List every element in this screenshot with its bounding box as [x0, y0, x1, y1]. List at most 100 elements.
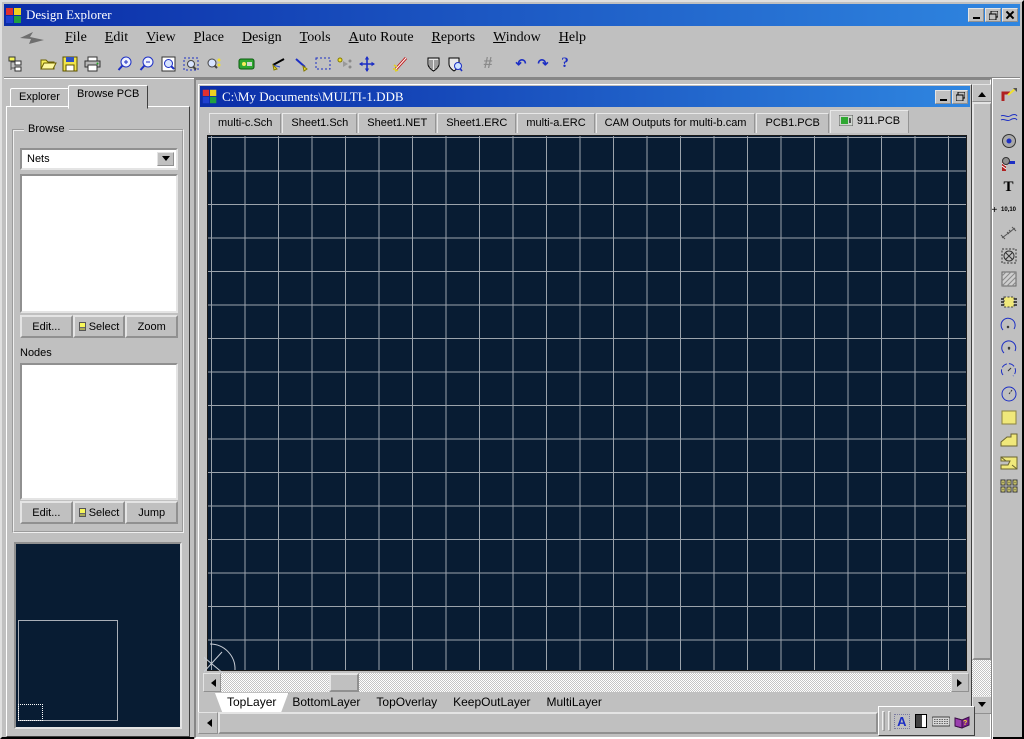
zoom-out-icon[interactable] [136, 53, 158, 75]
scroll-up-button[interactable] [972, 84, 992, 102]
tab-cam-outputs[interactable]: CAM Outputs for multi-b.cam [596, 113, 756, 133]
design-rule-check-icon[interactable] [422, 53, 444, 75]
nodes-listbox[interactable] [20, 363, 178, 500]
place-arc-center-icon[interactable] [999, 339, 1019, 357]
browse-library-icon[interactable] [235, 53, 257, 75]
tab-browse-pcb[interactable]: Browse PCB [68, 85, 148, 109]
place-pad-icon[interactable] [999, 155, 1019, 173]
keyboard-icon[interactable] [932, 712, 950, 730]
minimap-viewport[interactable] [18, 704, 43, 721]
scroll-down-button[interactable] [972, 696, 992, 714]
redo-icon[interactable]: ↷ [532, 53, 554, 75]
menu-view[interactable]: View [137, 28, 185, 48]
maximize-button[interactable] [985, 8, 1001, 22]
menu-design[interactable]: Design [233, 28, 291, 48]
wizard-icon[interactable] [389, 53, 411, 75]
save-icon[interactable] [59, 53, 81, 75]
zoom-document-icon[interactable] [158, 53, 180, 75]
fill-style-icon[interactable] [913, 712, 929, 730]
menu-edit[interactable]: Edit [96, 28, 137, 48]
text-style-icon[interactable]: A [894, 712, 910, 730]
document-icon [203, 90, 217, 104]
place-full-circle-icon[interactable] [999, 385, 1019, 403]
menu-help[interactable]: Help [550, 28, 595, 48]
tab-multi-a-erc[interactable]: multi-a.ERC [517, 113, 594, 133]
place-coordinate-icon[interactable]: + 10,10 [999, 201, 1019, 219]
nodes-label: Nodes [20, 347, 52, 359]
doc-minimize-button[interactable] [935, 90, 951, 104]
zoom-net-button[interactable]: Zoom [125, 315, 178, 338]
menu-reports[interactable]: Reports [423, 28, 485, 48]
minimize-button[interactable] [968, 8, 984, 22]
workspace-horizontal-scrollbar[interactable] [198, 712, 972, 734]
move-selection-icon[interactable] [334, 53, 356, 75]
nets-listbox[interactable] [20, 174, 178, 313]
workspace-vertical-scrollbar[interactable] [972, 84, 992, 714]
select-area-icon[interactable] [312, 53, 334, 75]
toggle-grid-icon[interactable]: # [477, 53, 499, 75]
zoom-area-icon[interactable] [180, 53, 202, 75]
help-icon[interactable]: ? [554, 53, 576, 75]
browse-mode-combo[interactable]: Nets [20, 148, 178, 170]
place-via-icon[interactable] [999, 132, 1019, 150]
tab-sheet1-sch[interactable]: Sheet1.Sch [282, 113, 357, 133]
place-room-icon[interactable] [999, 247, 1019, 265]
tab-pcb1-pcb[interactable]: PCB1.PCB [756, 113, 828, 133]
place-component-icon[interactable] [999, 293, 1019, 311]
paste-array-icon[interactable] [999, 477, 1019, 495]
menu-tools[interactable]: Tools [291, 28, 340, 48]
scrollbar-thumb[interactable] [218, 712, 878, 734]
print-icon[interactable] [81, 53, 103, 75]
menu-place[interactable]: Place [185, 28, 233, 48]
place-fill-hatched-icon[interactable] [999, 270, 1019, 288]
tab-sheet1-erc[interactable]: Sheet1.ERC [437, 113, 516, 133]
interactive-routing-icon[interactable] [999, 86, 1019, 104]
move-object-icon[interactable] [356, 53, 378, 75]
scroll-left-button[interactable] [198, 712, 218, 734]
close-button[interactable] [1002, 8, 1018, 22]
board-minimap[interactable] [14, 542, 182, 729]
scrollbar-thumb[interactable] [972, 102, 992, 660]
place-dimension-icon[interactable] [999, 224, 1019, 242]
scrollbar-thumb[interactable] [329, 673, 359, 692]
place-polygon-plane-icon[interactable] [999, 431, 1019, 449]
toolbar-grip[interactable] [888, 711, 891, 731]
select-node-button[interactable]: Select [73, 501, 126, 524]
place-split-plane-icon[interactable] [999, 454, 1019, 472]
editor-horizontal-scrollbar[interactable] [203, 673, 969, 692]
app-titlebar[interactable]: Design Explorer [4, 4, 1020, 26]
combo-dropdown-button[interactable] [157, 152, 174, 166]
select-net-button[interactable]: Select [73, 315, 126, 338]
place-arc-any-angle-icon[interactable] [999, 362, 1019, 380]
pcb-editor-canvas[interactable] [207, 135, 967, 671]
scroll-right-button[interactable] [951, 673, 969, 692]
zoom-in-icon[interactable] [114, 53, 136, 75]
tab-sheet1-net[interactable]: Sheet1.NET [358, 113, 436, 133]
place-string-icon[interactable]: T [999, 178, 1019, 196]
menu-window[interactable]: Window [484, 28, 550, 48]
toolbar-grip[interactable] [882, 711, 885, 731]
tab-multi-c-sch[interactable]: multi-c.Sch [209, 113, 281, 133]
edit-node-button[interactable]: Edit... [20, 501, 73, 524]
jump-node-button[interactable]: Jump [125, 501, 178, 524]
browse-group-title: Browse [24, 123, 69, 135]
run-drc-icon[interactable] [444, 53, 466, 75]
open-document-icon[interactable] [37, 53, 59, 75]
zoom-point-icon[interactable] [202, 53, 224, 75]
place-fill-icon[interactable] [999, 408, 1019, 426]
document-titlebar[interactable]: C:\My Documents\MULTI-1.DDB [200, 86, 970, 107]
explorer-panel-toggle-icon[interactable] [4, 53, 26, 75]
help-book-icon[interactable]: ? [953, 712, 971, 730]
doc-maximize-button[interactable] [952, 90, 968, 104]
cross-probe-icon[interactable] [268, 53, 290, 75]
undo-icon[interactable]: ↶ [510, 53, 532, 75]
menu-file[interactable]: File [56, 28, 96, 48]
menu-auto-route[interactable]: Auto Route [340, 28, 423, 48]
highlight-net-icon[interactable] [290, 53, 312, 75]
place-track-icon[interactable] [999, 109, 1019, 127]
tab-911-pcb[interactable]: 911.PCB [830, 110, 909, 133]
menu-grip-arrow[interactable] [20, 32, 50, 45]
scroll-left-button[interactable] [203, 673, 221, 692]
edit-net-button[interactable]: Edit... [20, 315, 73, 338]
place-arc-edge-icon[interactable] [999, 316, 1019, 334]
